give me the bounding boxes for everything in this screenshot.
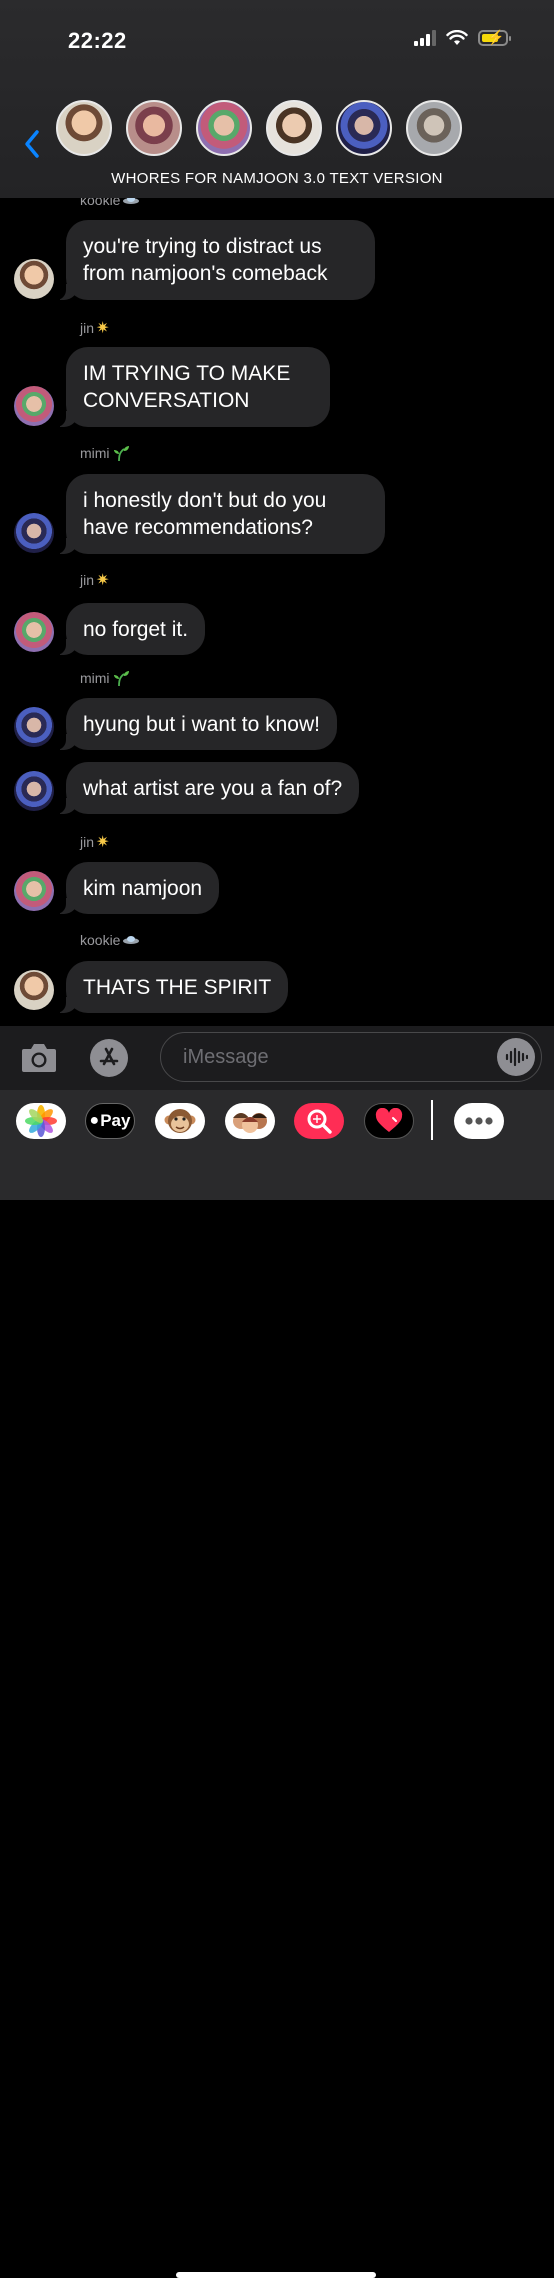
sender-avatar[interactable] xyxy=(14,612,54,652)
sender-name: mimi xyxy=(80,445,110,461)
member-avatar[interactable] xyxy=(266,100,322,156)
more-icon xyxy=(465,1117,493,1125)
group-name[interactable]: WHORES FOR NAMJOON 3.0 TEXT VERSION xyxy=(0,170,554,187)
voice-memo-button[interactable] xyxy=(497,1038,535,1076)
star-icon: ✷ xyxy=(96,834,110,851)
message-text: what artist are you a fan of? xyxy=(83,776,343,800)
member-avatar[interactable] xyxy=(406,100,462,156)
member-avatar[interactable] xyxy=(56,100,112,156)
ufo-icon xyxy=(123,198,140,204)
apple-pay-label: Pay xyxy=(100,1111,131,1130)
sender-avatar[interactable] xyxy=(14,707,54,747)
member-avatar[interactable] xyxy=(126,100,182,156)
sender-avatar[interactable] xyxy=(14,386,54,426)
sender-name: jin xyxy=(80,572,95,588)
app-store-icon xyxy=(99,1047,119,1066)
camera-button[interactable] xyxy=(20,1040,58,1079)
group-avatars[interactable] xyxy=(56,100,462,156)
message-text: IM TRYING TO MAKE CONVERSATION xyxy=(83,362,291,412)
digital-touch-button[interactable] xyxy=(364,1103,414,1139)
conversation-header: 22:22 ⚡ WHORES FOR NAMJOON 3.0 TEXT VERS… xyxy=(0,0,554,198)
photos-app-button[interactable] xyxy=(16,1103,66,1139)
voice-memo-icon xyxy=(505,1047,528,1067)
sender-name: jin xyxy=(80,834,95,850)
message-text: i honestly don't but do you have recomme… xyxy=(83,489,327,539)
message-bubble[interactable]: hyung but i want to know! xyxy=(56,698,337,750)
memoji-icon xyxy=(233,1113,267,1133)
star-icon: ✷ xyxy=(96,320,110,337)
image-search-button[interactable] xyxy=(294,1103,344,1139)
input-placeholder: iMessage xyxy=(183,1046,269,1068)
drawer-divider xyxy=(431,1100,433,1140)
seedling-icon xyxy=(113,446,129,461)
message-bubble[interactable]: what artist are you a fan of? xyxy=(55,762,360,814)
message-bubble[interactable]: THATS THE SPIRIT xyxy=(55,961,289,1013)
sender-label: mimi xyxy=(80,670,130,686)
back-button[interactable] xyxy=(22,128,42,165)
apple-pay-icon: ● xyxy=(89,1112,100,1129)
compose-bar: iMessage xyxy=(0,1026,554,1090)
seedling-icon xyxy=(113,671,129,686)
camera-icon xyxy=(22,1044,56,1072)
ufo-icon xyxy=(123,936,140,944)
sender-avatar[interactable] xyxy=(14,771,54,811)
monkey-icon xyxy=(164,1109,196,1133)
sender-label: jin ✷ xyxy=(80,570,109,590)
battery-icon: ⚡ xyxy=(478,29,511,46)
message-bubble[interactable]: kim namjoon xyxy=(55,862,220,914)
sender-avatar[interactable] xyxy=(14,970,54,1010)
sender-label: mimi xyxy=(80,445,130,461)
sender-label: jin ✷ xyxy=(80,318,109,338)
sender-avatar[interactable] xyxy=(14,871,54,911)
status-icons: ⚡ xyxy=(414,29,511,46)
apple-pay-button[interactable]: ● Pay xyxy=(85,1103,135,1139)
animoji-button[interactable] xyxy=(155,1103,205,1139)
app-drawer: ● Pay xyxy=(0,1090,554,2278)
search-images-icon xyxy=(307,1109,332,1134)
member-avatar[interactable] xyxy=(336,100,392,156)
member-avatar[interactable] xyxy=(196,100,252,156)
message-text: hyung but i want to know! xyxy=(83,712,320,736)
sender-name: jin xyxy=(80,320,95,336)
message-text: you're trying to distract us from namjoo… xyxy=(83,235,328,285)
star-icon: ✷ xyxy=(96,572,110,589)
wifi-icon xyxy=(446,30,468,45)
signal-icon xyxy=(414,30,436,46)
message-bubble[interactable]: no forget it. xyxy=(55,603,206,655)
message-bubble[interactable]: i honestly don't but do you have recomme… xyxy=(56,474,385,554)
message-text: THATS THE SPIRIT xyxy=(83,975,272,999)
sender-avatar[interactable] xyxy=(14,259,54,299)
sender-name: kookie xyxy=(80,932,121,948)
sender-name: kookie xyxy=(80,198,121,208)
sender-label: jin ✷ xyxy=(80,832,109,852)
more-apps-button[interactable] xyxy=(454,1103,504,1139)
sender-avatar[interactable] xyxy=(14,513,54,553)
home-indicator[interactable] xyxy=(176,2272,376,2278)
message-text: no forget it. xyxy=(83,617,189,641)
sender-label: kookie xyxy=(80,198,140,208)
message-list[interactable]: kookie you're trying to distract us from… xyxy=(0,198,554,1026)
status-time: 22:22 xyxy=(68,28,127,53)
message-text: kim namjoon xyxy=(83,876,203,900)
message-bubble[interactable]: you're trying to distract us from namjoo… xyxy=(56,220,375,300)
sender-label: kookie xyxy=(80,932,140,948)
memoji-button[interactable] xyxy=(225,1103,275,1139)
imessage-input[interactable]: iMessage xyxy=(160,1032,542,1082)
app-store-button[interactable] xyxy=(90,1039,128,1077)
photos-icon xyxy=(25,1105,57,1137)
chevron-left-icon xyxy=(25,130,39,158)
message-bubble[interactable]: IM TRYING TO MAKE CONVERSATION xyxy=(56,347,330,427)
heart-icon xyxy=(375,1108,403,1132)
sender-name: mimi xyxy=(80,670,110,686)
